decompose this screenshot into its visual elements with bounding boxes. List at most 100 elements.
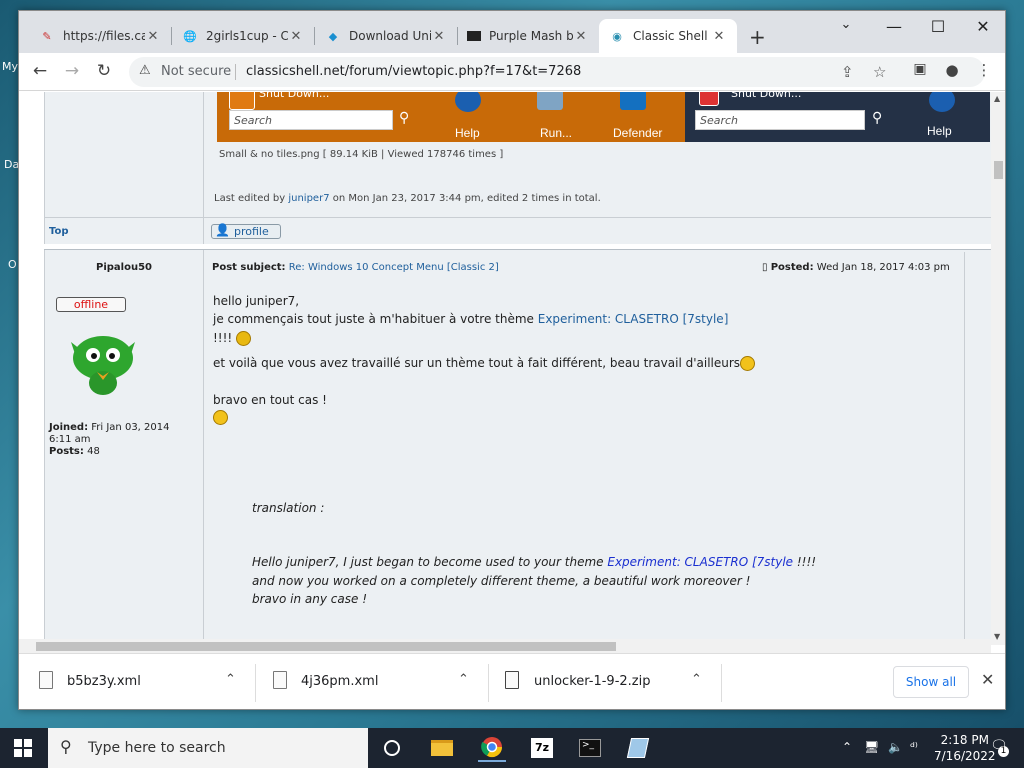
browser-window: ✎ https://files.ca ✕ 🌐 2girls1cup - C ✕ … (18, 10, 1006, 710)
forward-button[interactable]: → (61, 61, 83, 81)
new-tab-button[interactable]: + (749, 25, 766, 49)
tab-search-icon[interactable]: ⌄ (831, 17, 861, 32)
chevron-up-icon[interactable]: ⌃ (225, 672, 236, 687)
subject-link[interactable]: Re: Windows 10 Concept Menu [Classic 2] (289, 262, 499, 273)
address-bar[interactable]: ⚠ Not secure classicshell.net/forum/view… (129, 57, 985, 87)
tray-chevron-icon[interactable]: ⌃ (842, 740, 852, 754)
profile-button[interactable]: 👤 profile (211, 223, 281, 239)
xml-file-icon (273, 671, 287, 689)
start-button[interactable] (14, 739, 32, 757)
search-icon: ⚲ (399, 110, 410, 126)
translation-line: and now you worked on a completely diffe… (252, 574, 751, 588)
post-icon[interactable]: ▯ (762, 262, 768, 273)
scrollbar-thumb[interactable] (36, 642, 616, 651)
browser-toolbar: ← → ↻ ⚠ Not secure classicshell.net/foru… (19, 53, 1005, 91)
task-view-icon[interactable] (378, 734, 406, 762)
attachment-image[interactable]: Shut Down... Search ⚲ Help Run... Defend… (217, 92, 990, 142)
status-badge: offline (56, 297, 126, 312)
download-item[interactable]: b5bz3y.xml (67, 674, 141, 689)
top-link[interactable]: Top (49, 226, 69, 237)
smile-emoji-icon (740, 356, 756, 371)
post-author[interactable]: Pipalou50 (96, 262, 152, 273)
file-explorer-icon[interactable] (428, 734, 456, 762)
download-item[interactable]: unlocker-1-9-2.zip (534, 674, 650, 689)
horizontal-scrollbar[interactable] (19, 639, 991, 653)
side-panel-icon[interactable]: ▣ (909, 61, 931, 77)
close-icon[interactable]: ✕ (711, 29, 727, 44)
post-line: !!!! (213, 331, 252, 346)
close-downloads-button[interactable]: ✕ (981, 670, 994, 689)
taskbar-search[interactable]: ⚲ Type here to search (48, 728, 368, 768)
shutdown-icon (699, 92, 719, 106)
share-icon[interactable]: ⇪ (841, 63, 854, 81)
laugh-emoji-icon (213, 410, 228, 425)
theme-link[interactable]: Experiment: CLASETRO [7style] (538, 312, 729, 326)
bookmark-star-icon[interactable]: ☆ (873, 63, 886, 81)
close-icon[interactable]: ✕ (431, 29, 447, 44)
attachment-meta: Small & no tiles.png [ 89.14 KiB | Viewe… (219, 149, 504, 160)
post-line: hello juniper7, (213, 294, 300, 308)
security-label[interactable]: Not secure (161, 64, 231, 79)
translation-line: Hello juniper7, I just began to become u… (252, 555, 817, 569)
translation-label: translation : (252, 501, 325, 515)
scrollbar-thumb[interactable] (994, 161, 1003, 179)
maximize-button[interactable]: ☐ (923, 17, 953, 36)
profile-icon[interactable]: ● (941, 61, 963, 79)
search-placeholder: Type here to search (88, 740, 226, 756)
show-all-button[interactable]: Show all (893, 666, 969, 698)
tab-files[interactable]: ✎ https://files.ca ✕ (29, 19, 171, 53)
user-icon: 👤 (215, 223, 230, 237)
volume-icon[interactable]: 🔈 (888, 740, 903, 754)
post-line (213, 410, 228, 425)
tab-classic-shell[interactable]: ◉ Classic Shell - ✕ (599, 19, 737, 53)
download-site-icon: ◆ (328, 29, 338, 43)
tab-purple-mash[interactable]: Purple Mash b ✕ (457, 19, 599, 53)
chrome-icon[interactable] (478, 734, 506, 762)
theme-link[interactable]: Experiment: CLASETRO [7style (607, 555, 793, 569)
clock[interactable]: 2:18 PM 7/16/2022 (934, 732, 996, 764)
back-button[interactable]: ← (29, 61, 51, 81)
page-viewport: Shut Down... Search ⚲ Help Run... Defend… (19, 92, 991, 645)
desktop-icon-label[interactable]: O (8, 258, 17, 271)
vertical-scrollbar[interactable]: ▲ ▼ (991, 92, 1005, 645)
close-window-button[interactable]: ✕ (968, 17, 998, 36)
devil-emoji-icon (236, 331, 252, 346)
url-text[interactable]: classicshell.net/forum/viewtopic.php?f=1… (246, 64, 581, 79)
minimize-button[interactable]: — (879, 17, 909, 36)
post-date: ▯ Posted: Wed Jan 18, 2017 4:03 pm (762, 262, 950, 273)
close-icon[interactable]: ✕ (288, 29, 304, 44)
downloads-bar: b5bz3y.xml ⌃ 4j36pm.xml ⌃ unlocker-1-9-2… (19, 653, 1005, 709)
notification-icon[interactable]: 🗨 1 (990, 738, 1009, 757)
tab-download[interactable]: ◆ Download Uni ✕ (315, 19, 457, 53)
close-icon[interactable]: ✕ (145, 29, 161, 44)
last-edited-note: Last edited by juniper7 on Mon Jan 23, 2… (214, 193, 601, 204)
desktop-icon-label[interactable]: Da (4, 158, 19, 171)
run-icon (537, 92, 563, 110)
download-item[interactable]: 4j36pm.xml (301, 674, 378, 689)
close-icon[interactable]: ✕ (573, 29, 589, 44)
app-icon[interactable] (624, 734, 652, 762)
defender-icon (620, 92, 646, 110)
menu-icon[interactable]: ⋮ (973, 61, 995, 79)
taskbar: ⚲ Type here to search 7z >_ ⌃ 🖥 🔈 ᵈ⁾ 2:1… (0, 728, 1024, 768)
chevron-up-icon[interactable]: ⌃ (458, 672, 469, 687)
search-icon: ⚲ (60, 737, 72, 756)
terminal-icon[interactable]: >_ (576, 734, 604, 762)
shell-icon: ◉ (612, 29, 622, 43)
purple-mash-icon (467, 31, 481, 41)
xml-file-icon (39, 671, 53, 689)
7zip-icon[interactable]: 7z (528, 734, 556, 762)
desktop-icon-label[interactable]: My (2, 60, 18, 73)
search-icon: ⚲ (872, 110, 883, 126)
chevron-up-icon[interactable]: ⌃ (691, 672, 702, 687)
reload-button[interactable]: ↻ (93, 61, 115, 81)
avatar (71, 336, 135, 395)
post-subject: Post subject: Re: Windows 10 Concept Men… (212, 262, 499, 273)
network-icon[interactable]: 🖥 (864, 740, 879, 754)
user-link[interactable]: juniper7 (288, 193, 329, 204)
tab-2girls[interactable]: 🌐 2girls1cup - C ✕ (172, 19, 314, 53)
post-separator (44, 244, 991, 250)
file-icon: ✎ (42, 29, 52, 43)
language-icon[interactable]: ᵈ⁾ (910, 740, 918, 754)
warning-icon[interactable]: ⚠ (139, 63, 151, 78)
